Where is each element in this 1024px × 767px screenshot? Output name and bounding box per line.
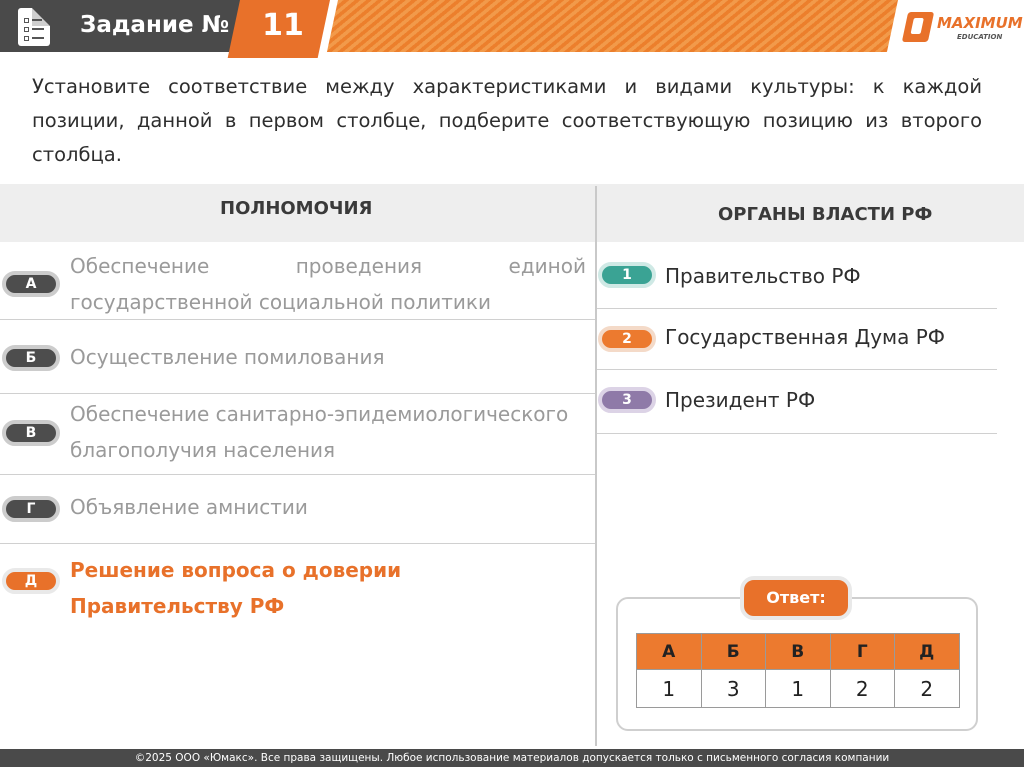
row-divider [0,393,595,394]
letter-badge-b: Б [2,345,60,371]
left-column-heading: ПОЛНОМОЧИЯ [220,198,373,219]
answer-value-cell: 2 [894,669,960,708]
answer-label: Ответ: [740,576,852,620]
letter-badge-v: В [2,420,60,446]
left-item-v: Обеспечение санитарно-эпидемиологическог… [70,402,569,462]
logo-icon [901,12,935,42]
letter-badge-d: Д [2,568,60,594]
number-badge-2: 2 [598,326,656,352]
answer-value-row: 1 3 1 2 2 [636,669,960,708]
row-divider [0,319,595,320]
answer-header-cell: Б [700,633,766,670]
column-divider [595,186,597,746]
row-divider [597,433,997,434]
header-bar: Задание № 11 MAXIMUM EDUCATION [0,0,1024,58]
answer-value-cell: 1 [765,669,831,708]
answer-table: А Б В Г Д 1 3 1 2 2 [636,633,960,708]
number-badge-1: 1 [598,262,656,288]
left-item-d: Решение вопроса о доверии Правительству … [70,558,402,618]
left-item-a: Обеспечение проведения единой государств… [70,254,586,314]
right-column-heading: ОРГАНЫ ВЛАСТИ РФ [718,204,933,225]
logo-text: MAXIMUM [937,14,1023,32]
row-divider [597,308,997,309]
task-text: Установите соответствие между характерис… [32,75,982,166]
document-icon [18,8,50,46]
letter-badge-a: А [2,271,60,297]
task-number: 11 [262,8,304,43]
copyright-footer: ©2025 ООО «Юмакс». Все права защищены. Л… [0,749,1024,767]
answer-header-cell: В [765,633,831,670]
answer-header-cell: Г [829,633,895,670]
answer-header-cell: Д [894,633,960,670]
right-item-1: Правительство РФ [665,264,861,288]
row-divider [0,474,595,475]
left-item-b: Осуществление помилования [70,345,385,369]
number-badge-3: 3 [598,387,656,413]
answer-value-cell: 2 [829,669,895,708]
logo-subtext: EDUCATION [957,33,1003,41]
left-item-g: Объявление амнистии [70,495,308,519]
letter-badge-g: Г [2,496,60,522]
maximum-logo: MAXIMUM EDUCATION [901,12,1023,46]
row-divider [597,369,997,370]
answer-value-cell: 1 [636,669,702,708]
row-divider [0,543,595,544]
header-stripes [326,0,899,52]
answer-header-row: А Б В Г Д [636,633,960,670]
answer-header-cell: А [636,633,702,670]
right-item-3: Президент РФ [665,388,816,412]
answer-value-cell: 3 [700,669,766,708]
task-title: Задание № [80,12,230,38]
right-item-2: Государственная Дума РФ [665,325,946,349]
